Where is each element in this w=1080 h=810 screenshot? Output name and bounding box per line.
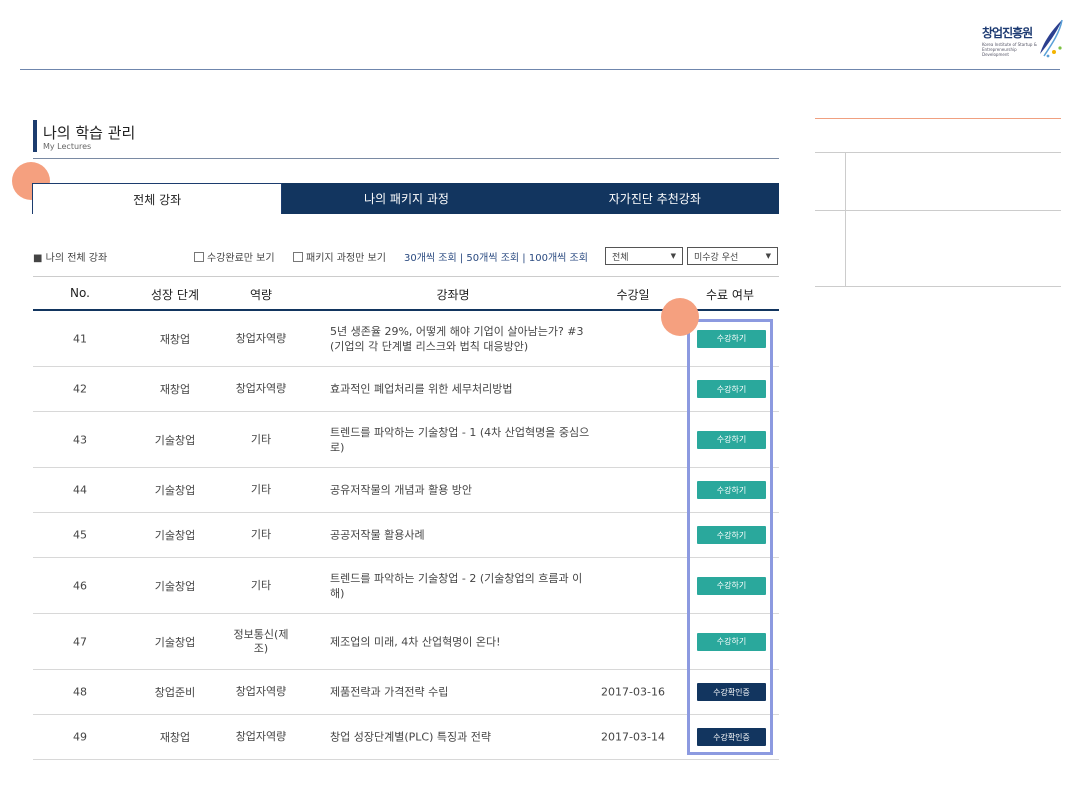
sidebar-box-2 xyxy=(815,211,1061,287)
row-skill: 정보통신(제조) xyxy=(233,627,289,655)
row-stage: 기술창업 xyxy=(154,579,196,593)
row-skill: 창업자역량 xyxy=(235,382,287,395)
col-stage: 성장 단계 xyxy=(151,288,199,302)
row-stage: 재창업 xyxy=(159,383,191,396)
status-column-highlight xyxy=(687,319,773,755)
col-skill: 역량 xyxy=(249,288,273,302)
sidebar-box-1 xyxy=(815,152,1061,211)
row-skill: 기타 xyxy=(250,528,272,541)
course-title: 공유저작물의 개념과 활용 방안 xyxy=(330,483,473,497)
row-skill: 기타 xyxy=(250,483,272,496)
filter-bar: ■ 나의 전체 강좌 수강완료만 보기 패키지 과정만 보기 30개씩 조회 |… xyxy=(33,247,779,267)
course-title: 제조업의 미래, 4차 산업혁명이 온다! xyxy=(330,635,501,648)
row-number: 43 xyxy=(73,433,87,446)
checkbox-icon xyxy=(293,251,303,262)
table-row: 43 기술창업 기타 트렌드를 파악하는 기술창업 - 1 (4차 산업혁명을 중심으… xyxy=(33,412,779,468)
row-skill: 기타 xyxy=(250,578,272,592)
course-title: 효과적인 폐업처리를 위한 세무처리방법 xyxy=(330,382,513,396)
tab-all-courses[interactable]: 전체 강좌 xyxy=(32,183,283,214)
table-row: 44 기술창업 기타 공유저작물의 개념과 활용 방안 수강하기 xyxy=(33,468,779,513)
row-skill: 창업자역량 xyxy=(235,730,287,743)
logo-swoosh-icon xyxy=(1040,19,1063,58)
package-only-checkbox[interactable]: 패키지 과정만 보기 xyxy=(293,249,386,264)
header-divider xyxy=(20,69,1060,70)
page-subtitle: My Lectures xyxy=(43,142,92,151)
checkbox-icon xyxy=(194,251,204,262)
course-title: 5년 생존율 29%, 어떻게 해야 기업이 살아남는가? #3 (기업의 각 … xyxy=(330,324,584,353)
row-date: 2017-03-16 xyxy=(601,685,665,699)
col-no: No. xyxy=(70,286,90,300)
row-number: 47 xyxy=(73,635,87,648)
table-row: 47 기술창업 정보통신(제조) 제조업의 미래, 4차 산업혁명이 온다! 수강하기 xyxy=(33,614,779,670)
logo-title: 창업진흥원 xyxy=(982,26,1033,40)
course-title: 트렌드를 파악하는 기술창업 - 1 (4차 산업혁명을 중심으로) xyxy=(330,425,590,454)
table-row: 48 창업준비 창업자역량 제품전략과 가격전략 수립 2017-03-16 수강확인증 xyxy=(33,670,779,715)
row-number: 41 xyxy=(73,332,87,345)
annotation-marker-2 xyxy=(661,298,699,336)
course-title: 공공저작물 활용사례 xyxy=(330,528,425,542)
col-status: 수료 여부 xyxy=(706,288,754,302)
row-stage: 기술창업 xyxy=(154,529,196,542)
package-only-label: 패키지 과정만 보기 xyxy=(306,253,386,264)
tab-bar: 전체 강좌 나의 패키지 과정 자가진단 추천강좌 xyxy=(32,183,779,214)
category-select[interactable]: 전체 ▼ xyxy=(605,247,683,265)
tab-recommended[interactable]: 자가진단 추천강좌 xyxy=(530,183,779,214)
page-title-text: 나의 학습 관리 xyxy=(43,124,136,142)
sort-select-value: 미수강 우선 xyxy=(694,252,739,263)
completed-only-label: 수강완료만 보기 xyxy=(207,253,275,264)
chevron-down-icon: ▼ xyxy=(765,252,771,260)
title-divider xyxy=(33,158,779,159)
row-number: 48 xyxy=(73,685,87,699)
row-number: 45 xyxy=(73,528,87,542)
row-number: 49 xyxy=(73,730,87,744)
row-skill: 창업자역량 xyxy=(235,685,287,698)
row-skill: 창업자역량 xyxy=(235,331,287,345)
row-stage: 기술창업 xyxy=(154,484,196,497)
table-row: 42 재창업 창업자역량 효과적인 폐업처리를 위한 세무처리방법 수강하기 xyxy=(33,367,779,412)
sort-select[interactable]: 미수강 우선 ▼ xyxy=(687,247,778,265)
row-number: 42 xyxy=(73,382,87,396)
row-stage: 창업준비 xyxy=(154,686,196,699)
table-row: 45 기술창업 기타 공공저작물 활용사례 수강하기 xyxy=(33,513,779,558)
course-title: 창업 성장단계별(PLC) 특징과 전략 xyxy=(330,730,491,744)
logo[interactable]: 창업진흥원 Korea Institute of Startup & Entre… xyxy=(978,18,1068,64)
logo-subtitle: Korea Institute of Startup & Entrepreneu… xyxy=(982,42,1037,57)
course-title: 트렌드를 파악하는 기술창업 - 2 (기술창업의 흐름과 이해) xyxy=(330,571,583,600)
row-stage: 기술창업 xyxy=(154,433,196,447)
tab-my-package[interactable]: 나의 패키지 과정 xyxy=(282,183,531,214)
row-number: 46 xyxy=(73,579,87,592)
chevron-down-icon: ▼ xyxy=(670,252,676,260)
table-row: 46 기술창업 기타 트렌드를 파악하는 기술창업 - 2 (기술창업의 흐름과 이해… xyxy=(33,558,779,614)
table-row: 49 재창업 창업자역량 창업 성장단계별(PLC) 특징과 전략 2017-03-14… xyxy=(33,715,779,760)
category-select-value: 전체 xyxy=(612,252,629,263)
sidebar-divider xyxy=(815,118,1061,119)
row-skill: 기타 xyxy=(250,432,272,446)
row-stage: 재창업 xyxy=(159,731,191,744)
row-date: 2017-03-14 xyxy=(601,730,665,744)
row-stage: 재창업 xyxy=(159,332,191,346)
title-accent-bar xyxy=(33,120,37,152)
section-label: ■ 나의 전체 강좌 xyxy=(33,253,108,264)
row-stage: 기술창업 xyxy=(154,635,196,649)
completed-only-checkbox[interactable]: 수강완료만 보기 xyxy=(194,249,275,264)
course-title: 제품전략과 가격전략 수립 xyxy=(330,685,449,699)
col-course: 강좌명 xyxy=(436,288,470,302)
page-size-links[interactable]: 30개씩 조회 | 50개씩 조회 | 100개씩 조회 xyxy=(404,249,588,264)
col-date: 수강일 xyxy=(616,288,650,302)
row-number: 44 xyxy=(73,483,87,497)
